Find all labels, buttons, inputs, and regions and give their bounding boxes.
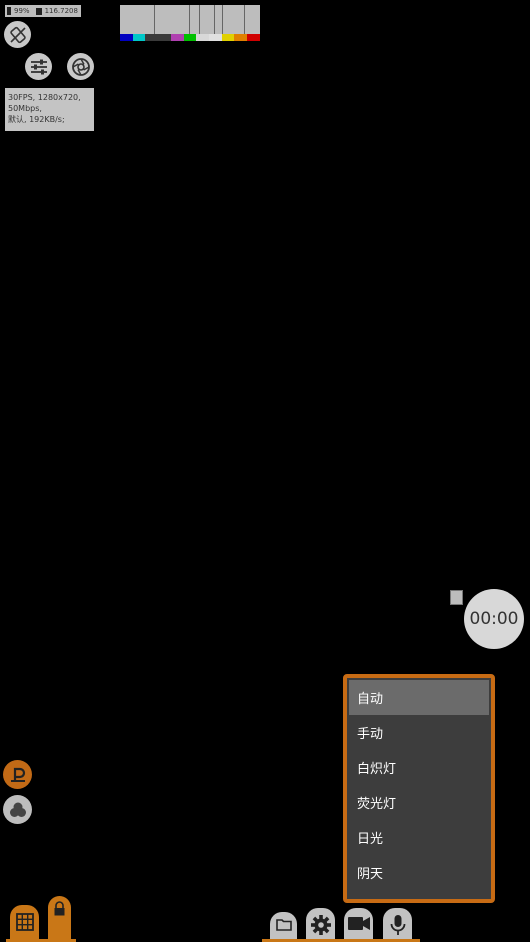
grid-icon	[15, 913, 34, 931]
wb-option-cloudy[interactable]: 阴天	[349, 855, 489, 890]
video-mode-tab[interactable]	[344, 908, 373, 942]
sd-card-icon	[35, 7, 42, 15]
lock-icon	[54, 901, 65, 916]
battery-icon	[7, 7, 11, 15]
wb-option-manual[interactable]: 手动	[349, 715, 489, 750]
color-filter-icon	[9, 802, 26, 817]
p-mode-icon	[10, 767, 25, 782]
color-bar-segment	[120, 34, 133, 41]
histogram-cell	[200, 5, 215, 34]
battery-level: 99%	[14, 7, 30, 15]
histogram-cell	[190, 5, 200, 34]
record-timer[interactable]: 00:00	[464, 589, 524, 649]
color-bar-segment	[196, 34, 210, 41]
color-bar-segment	[247, 34, 260, 41]
microphone-icon	[390, 915, 405, 935]
aperture-icon	[71, 57, 90, 76]
info-line-1: 30FPS, 1280x720,	[8, 93, 81, 102]
wb-option-incandescent[interactable]: 白炽灯	[349, 750, 489, 785]
lens-button[interactable]	[67, 53, 94, 80]
wb-option-auto[interactable]: 自动	[349, 680, 489, 715]
white-balance-menu: 自动 手动 白炽灯 荧光灯 日光 阴天	[343, 674, 495, 903]
histogram-cell	[223, 5, 245, 34]
histogram-cell	[120, 5, 155, 34]
gear-icon	[310, 915, 331, 935]
rotate-lock-icon	[9, 26, 26, 43]
rotate-lock-button[interactable]	[4, 21, 31, 48]
color-bar-segment	[183, 34, 197, 41]
histogram-cell	[215, 5, 223, 34]
timer-lock-icon[interactable]	[450, 590, 463, 605]
color-bar-segment	[132, 34, 146, 41]
color-bar-segment	[145, 34, 159, 41]
wb-option-fluorescent[interactable]: 荧光灯	[349, 785, 489, 820]
recording-info-panel: 30FPS, 1280x720, 50Mbps, 默认, 192KB/s;	[5, 88, 94, 131]
gallery-tab[interactable]	[270, 912, 297, 942]
microphone-tab[interactable]	[383, 908, 412, 942]
folder-icon	[275, 919, 292, 931]
histogram-cell	[155, 5, 190, 34]
color-bar-segment	[221, 34, 235, 41]
histogram-cell	[245, 5, 260, 34]
info-line-3: 默认, 192KB/s;	[8, 115, 65, 124]
histogram-widget	[120, 5, 260, 34]
color-filter-button[interactable]	[3, 795, 32, 824]
color-bar-segment	[170, 34, 184, 41]
status-bar: 99% 116.7208	[5, 5, 81, 17]
wb-option-daylight[interactable]: 日光	[349, 820, 489, 855]
color-bar-segment	[234, 34, 248, 41]
grid-toggle-tab[interactable]	[10, 905, 39, 942]
color-bar-segment	[209, 34, 222, 41]
info-line-2: 50Mbps,	[8, 104, 42, 113]
color-bars	[120, 34, 260, 41]
focus-mode-button[interactable]	[3, 760, 32, 789]
settings-tab[interactable]	[306, 908, 335, 942]
storage-remaining: 116.7208	[44, 7, 78, 15]
color-bar-segment	[158, 34, 171, 41]
settings-sliders-button[interactable]	[25, 53, 52, 80]
sliders-icon	[30, 59, 47, 74]
video-camera-icon	[347, 917, 370, 930]
lock-toggle-tab[interactable]	[48, 896, 71, 942]
